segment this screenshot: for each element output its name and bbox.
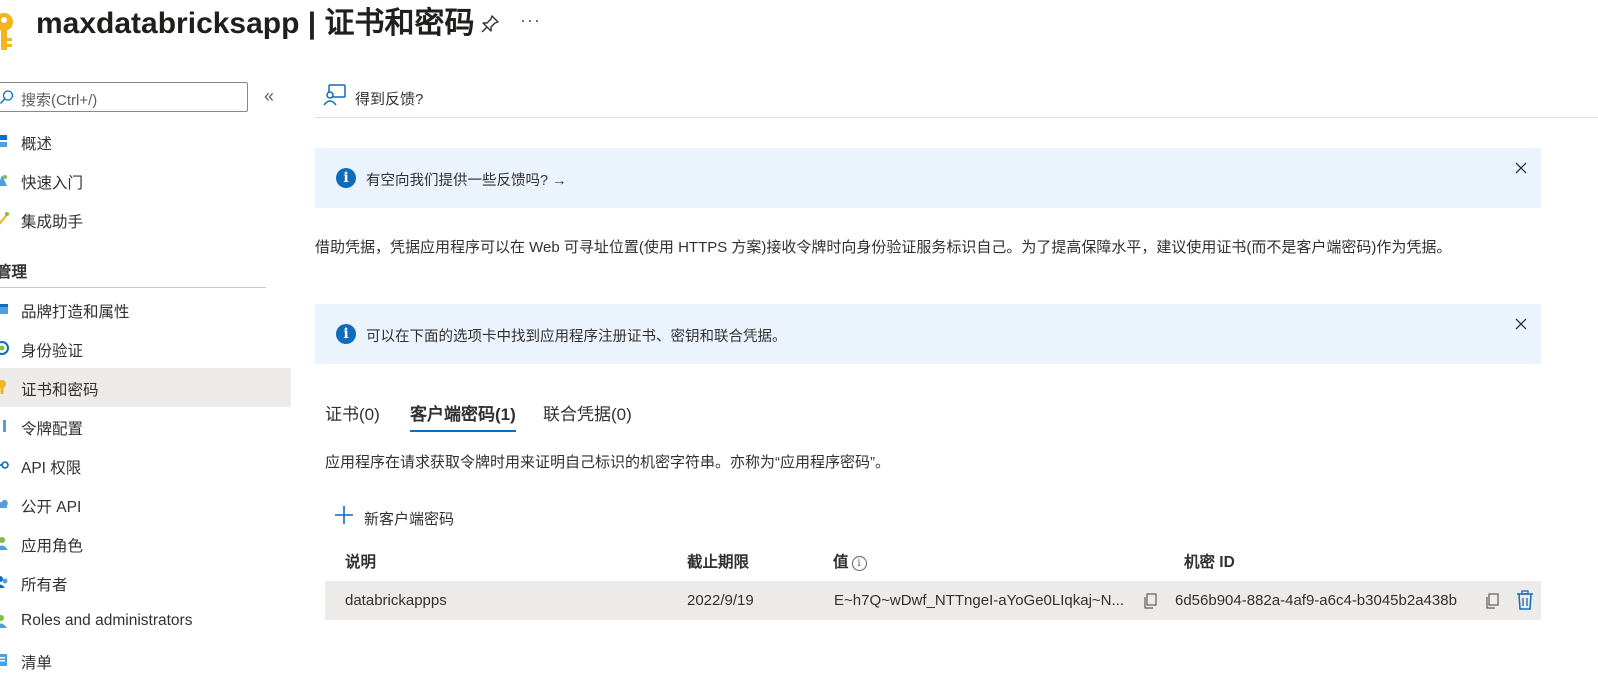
copy-icon[interactable] [1142, 593, 1158, 609]
delete-icon[interactable] [1516, 590, 1534, 610]
plus-icon [335, 506, 353, 524]
client-secret-description: 应用程序在请求获取令牌时用来证明自己标识的机密字符串。亦称为“应用程序密码”。 [325, 454, 890, 471]
sidebar-item-overview[interactable]: 概述 [0, 122, 291, 161]
column-header-secret-id: 机密 ID [1184, 554, 1235, 571]
sidebar-item-owners[interactable]: 所有者 [0, 563, 291, 602]
feedback-icon[interactable] [323, 84, 347, 106]
sidebar-item-app-roles[interactable]: 应用角色 [0, 524, 291, 563]
sidebar-item-label: Roles and administrators [21, 612, 193, 629]
tab-federated-credentials[interactable]: 联合凭据(0) [543, 400, 632, 432]
feedback-button[interactable]: 得到反馈? [355, 88, 423, 109]
close-icon[interactable] [1513, 316, 1529, 332]
api-permissions-icon [0, 461, 9, 469]
close-icon[interactable] [1513, 160, 1529, 176]
integration-assistant-icon [0, 212, 9, 225]
branding-icon [0, 304, 8, 314]
search-icon [0, 90, 14, 104]
cell-value: E~h7Q~wDwf_NTTngeI-aYoGe0LIqkaj~N... [834, 592, 1125, 609]
page-header: maxdatabricksapp | 证书和密码 ··· [0, 0, 1598, 50]
sidebar-item-quickstart[interactable]: 快速入门 [0, 161, 291, 200]
expose-api-icon [0, 499, 8, 508]
column-header-description: 说明 [345, 554, 377, 571]
roles-admins-icon [0, 615, 7, 628]
feedback-banner: i 有空向我们提供一些反馈吗? → [315, 148, 1541, 208]
divider [0, 287, 266, 288]
cell-description: databrickappps [345, 592, 447, 609]
sidebar-item-label: 公开 API [21, 499, 82, 516]
new-client-secret-label: 新客户端密码 [364, 511, 455, 528]
app-roles-icon [0, 537, 8, 550]
sidebar-item-label: 快速入门 [21, 175, 84, 192]
authentication-icon [0, 341, 9, 355]
token-config-icon [3, 420, 6, 432]
sidebar-item-token-config[interactable]: 令牌配置 [0, 407, 291, 446]
pin-icon[interactable] [480, 14, 500, 34]
cell-secret-id: 6d56b904-882a-4af9-a6c4-b3045b2a438b [1175, 592, 1457, 609]
tab-client-secrets[interactable]: 客户端密码(1) [410, 400, 516, 432]
sidebar-item-certificates-secrets[interactable]: 证书和密码 [0, 368, 291, 407]
sidebar-item-label: 证书和密码 [21, 382, 99, 399]
info-icon[interactable]: i [851, 556, 867, 571]
column-header-value: 值i [833, 550, 867, 572]
cell-expires: 2022/9/19 [687, 592, 754, 609]
sidebar-item-label: 概述 [21, 136, 53, 153]
info-banner-text: 可以在下面的选项卡中找到应用程序注册证书、密钥和联合凭据。 [366, 329, 787, 345]
sidebar-item-label: 身份验证 [21, 343, 84, 360]
sidebar-item-integration-assistant[interactable]: 集成助手 [0, 200, 291, 239]
feedback-banner-link[interactable]: 有空向我们提供一些反馈吗? → [366, 169, 567, 190]
collapse-sidebar-button[interactable]: « [264, 86, 274, 106]
sidebar-item-label: 集成助手 [21, 214, 84, 231]
manifest-icon [0, 654, 7, 666]
credentials-description: 借助凭据，凭据应用程序可以在 Web 可寻址位置(使用 HTTPS 方案)接收令… [315, 239, 1452, 256]
key-icon [0, 380, 6, 394]
sidebar-section-manage: 管理 [0, 264, 28, 281]
owners-icon [0, 576, 8, 588]
info-banner: i 可以在下面的选项卡中找到应用程序注册证书、密钥和联合凭据。 [315, 304, 1541, 364]
table-row: databrickappps 2022/9/19 E~h7Q~wDwf_NTTn… [325, 581, 1541, 620]
sidebar-item-label: 令牌配置 [21, 421, 84, 438]
quickstart-icon [0, 175, 7, 186]
sidebar-item-label: API 权限 [21, 460, 82, 477]
sidebar-item-label: 所有者 [21, 577, 68, 594]
search-placeholder: 搜索(Ctrl+/) [21, 92, 98, 109]
sidebar-search-input[interactable]: 搜索(Ctrl+/) [0, 82, 248, 112]
sidebar-item-authentication[interactable]: 身份验证 [0, 329, 291, 368]
sidebar-item-expose-api[interactable]: 公开 API [0, 485, 291, 524]
sidebar: 搜索(Ctrl+/) « 概述 快速入门 集成助手 管理 品牌打造和属性 身份验… [0, 70, 291, 674]
more-options-button[interactable]: ··· [520, 10, 541, 31]
info-icon: i [336, 168, 356, 188]
key-icon [0, 13, 13, 50]
overview-icon [0, 135, 7, 147]
sidebar-item-branding[interactable]: 品牌打造和属性 [0, 290, 291, 329]
column-header-expires: 截止期限 [687, 554, 750, 571]
info-icon: i [336, 324, 356, 344]
page-title: maxdatabricksapp | 证书和密码 [36, 7, 475, 40]
sidebar-item-api-permissions[interactable]: API 权限 [0, 446, 291, 485]
command-bar: 得到反馈? [315, 70, 1598, 118]
tab-certificates[interactable]: 证书(0) [325, 400, 380, 432]
sidebar-item-label: 品牌打造和属性 [21, 304, 130, 321]
sidebar-item-label: 应用角色 [21, 538, 84, 555]
sidebar-item-manifest[interactable]: 清单 [0, 641, 291, 674]
sidebar-item-label: 清单 [21, 655, 53, 672]
copy-icon[interactable] [1484, 593, 1500, 609]
sidebar-item-roles-admins[interactable]: Roles and administrators [0, 602, 291, 641]
column-header-value-label: 值 [833, 554, 849, 571]
main-content: 得到反馈? i 有空向我们提供一些反馈吗? → 借助凭据，凭据应用程序可以在 W… [315, 70, 1598, 674]
